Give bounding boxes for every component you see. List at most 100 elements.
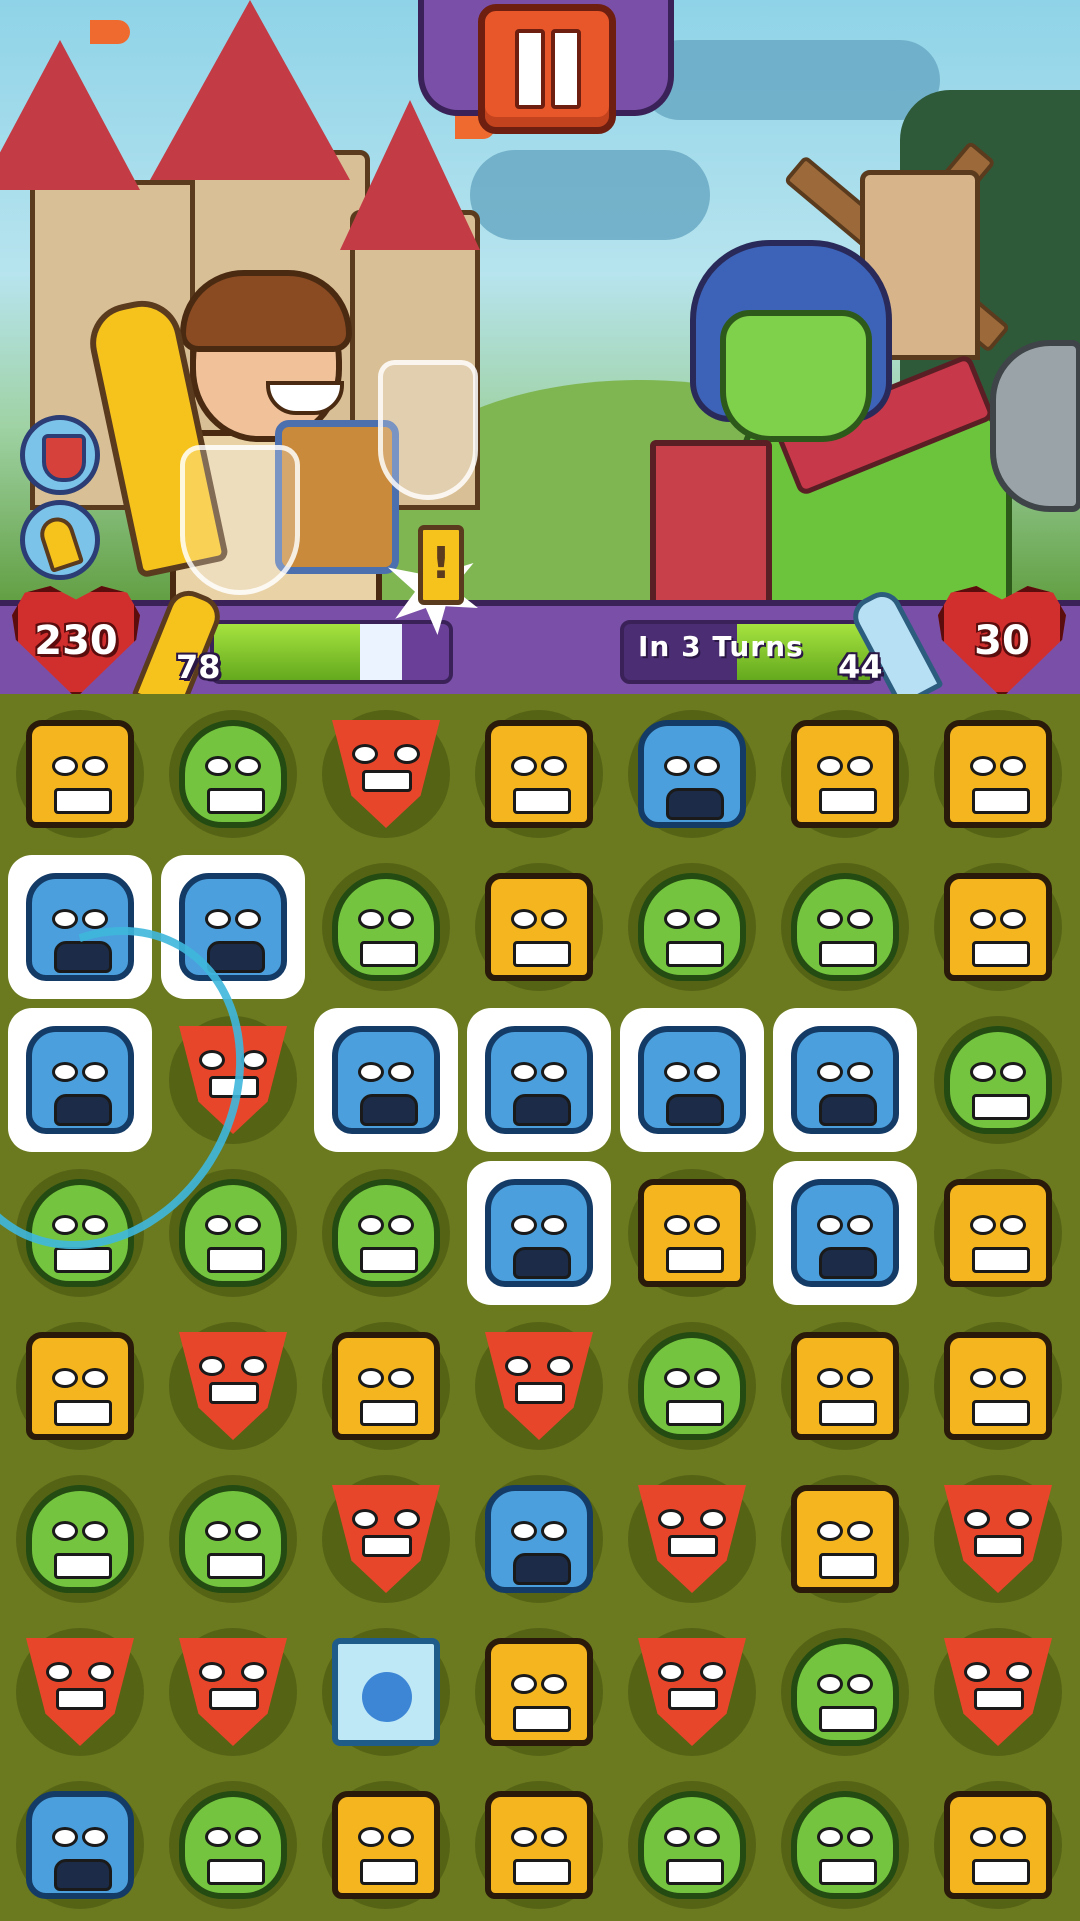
- eye: [82, 1368, 108, 1388]
- green-goblin-icon: [791, 1638, 899, 1746]
- mouth: [515, 1382, 565, 1404]
- mouth: [54, 1859, 112, 1891]
- mouth: [972, 1400, 1030, 1426]
- eye: [235, 1215, 261, 1235]
- mouth: [819, 1859, 877, 1885]
- tile-red[interactable]: [157, 1310, 309, 1462]
- tile-green[interactable]: [769, 851, 921, 1003]
- tile-green[interactable]: [769, 1769, 921, 1921]
- yellow-goblin-icon: [26, 720, 134, 828]
- pause-icon-bar: [551, 29, 581, 109]
- mouth: [513, 1553, 571, 1585]
- tile-blue[interactable]: [4, 1769, 156, 1921]
- tile-gem[interactable]: [310, 1616, 462, 1768]
- tile-blue[interactable]: [616, 698, 768, 850]
- tile-red[interactable]: [616, 1463, 768, 1615]
- blue-goblin-icon: [485, 1179, 593, 1287]
- tile-green[interactable]: [310, 851, 462, 1003]
- match-board[interactable]: [0, 694, 1080, 1920]
- tile-blue[interactable]: [463, 1004, 615, 1156]
- tile-green[interactable]: [157, 698, 309, 850]
- tile-blue[interactable]: [310, 1004, 462, 1156]
- tile-red[interactable]: [616, 1616, 768, 1768]
- eye: [817, 1215, 843, 1235]
- eye: [1000, 756, 1026, 776]
- pause-button[interactable]: [478, 4, 616, 134]
- tile-yellow[interactable]: [769, 698, 921, 850]
- sword-buff-icon[interactable]: [20, 500, 100, 580]
- tile-green[interactable]: [616, 851, 768, 1003]
- tile-yellow[interactable]: [769, 1463, 921, 1615]
- eye: [658, 1509, 684, 1529]
- tile-blue[interactable]: [616, 1004, 768, 1156]
- tile-yellow[interactable]: [463, 1616, 615, 1768]
- tile-red[interactable]: [4, 1616, 156, 1768]
- tile-green[interactable]: [616, 1769, 768, 1921]
- eye: [664, 909, 690, 929]
- mouth: [209, 1382, 259, 1404]
- eye: [205, 1215, 231, 1235]
- player-health-value: 230: [34, 618, 118, 664]
- eye: [511, 1062, 537, 1082]
- tile-green[interactable]: [157, 1769, 309, 1921]
- mouth: [666, 1094, 724, 1126]
- tile-blue[interactable]: [463, 1157, 615, 1309]
- tile-yellow[interactable]: [922, 1157, 1074, 1309]
- tile-green[interactable]: [769, 1616, 921, 1768]
- exclamation-icon: !: [418, 525, 464, 605]
- eye: [664, 1827, 690, 1847]
- tile-yellow[interactable]: [922, 698, 1074, 850]
- tile-green[interactable]: [616, 1310, 768, 1462]
- eye: [358, 1062, 384, 1082]
- yellow-goblin-icon: [944, 720, 1052, 828]
- eye: [694, 1215, 720, 1235]
- mouth: [972, 1094, 1030, 1120]
- tile-red[interactable]: [310, 698, 462, 850]
- eye: [694, 1368, 720, 1388]
- tile-green[interactable]: [922, 1004, 1074, 1156]
- eye: [1000, 1215, 1026, 1235]
- tile-yellow[interactable]: [463, 851, 615, 1003]
- eye: [664, 1062, 690, 1082]
- tile-yellow[interactable]: [463, 1769, 615, 1921]
- tile-yellow[interactable]: [922, 851, 1074, 1003]
- eye: [541, 1215, 567, 1235]
- tile-green[interactable]: [310, 1157, 462, 1309]
- mouth: [666, 1400, 724, 1426]
- tile-red[interactable]: [922, 1616, 1074, 1768]
- tile-yellow[interactable]: [310, 1769, 462, 1921]
- eye: [541, 1827, 567, 1847]
- mouth: [972, 941, 1030, 967]
- tile-red[interactable]: [922, 1463, 1074, 1615]
- mouth: [668, 1688, 718, 1710]
- tile-yellow[interactable]: [922, 1769, 1074, 1921]
- tile-yellow[interactable]: [4, 698, 156, 850]
- tile-green[interactable]: [157, 1463, 309, 1615]
- tile-blue[interactable]: [769, 1157, 921, 1309]
- eye: [511, 909, 537, 929]
- mouth: [207, 1859, 265, 1885]
- tile-yellow[interactable]: [922, 1310, 1074, 1462]
- yellow-goblin-icon: [485, 1638, 593, 1746]
- eye: [511, 756, 537, 776]
- eye: [817, 1368, 843, 1388]
- tile-red[interactable]: [463, 1310, 615, 1462]
- eye: [352, 744, 378, 764]
- tile-yellow[interactable]: [769, 1310, 921, 1462]
- tile-green[interactable]: [4, 1463, 156, 1615]
- eye: [511, 1827, 537, 1847]
- tile-red[interactable]: [157, 1616, 309, 1768]
- tile-yellow[interactable]: [463, 698, 615, 850]
- shield-buff-icon[interactable]: [20, 415, 100, 495]
- eye: [511, 1215, 537, 1235]
- eye: [541, 909, 567, 929]
- tile-yellow[interactable]: [4, 1310, 156, 1462]
- tile-red[interactable]: [310, 1463, 462, 1615]
- tile-blue[interactable]: [463, 1463, 615, 1615]
- eye: [82, 1521, 108, 1541]
- mouth: [513, 1706, 571, 1732]
- tile-yellow[interactable]: [616, 1157, 768, 1309]
- tile-yellow[interactable]: [310, 1310, 462, 1462]
- tile-blue[interactable]: [769, 1004, 921, 1156]
- eye: [700, 1509, 726, 1529]
